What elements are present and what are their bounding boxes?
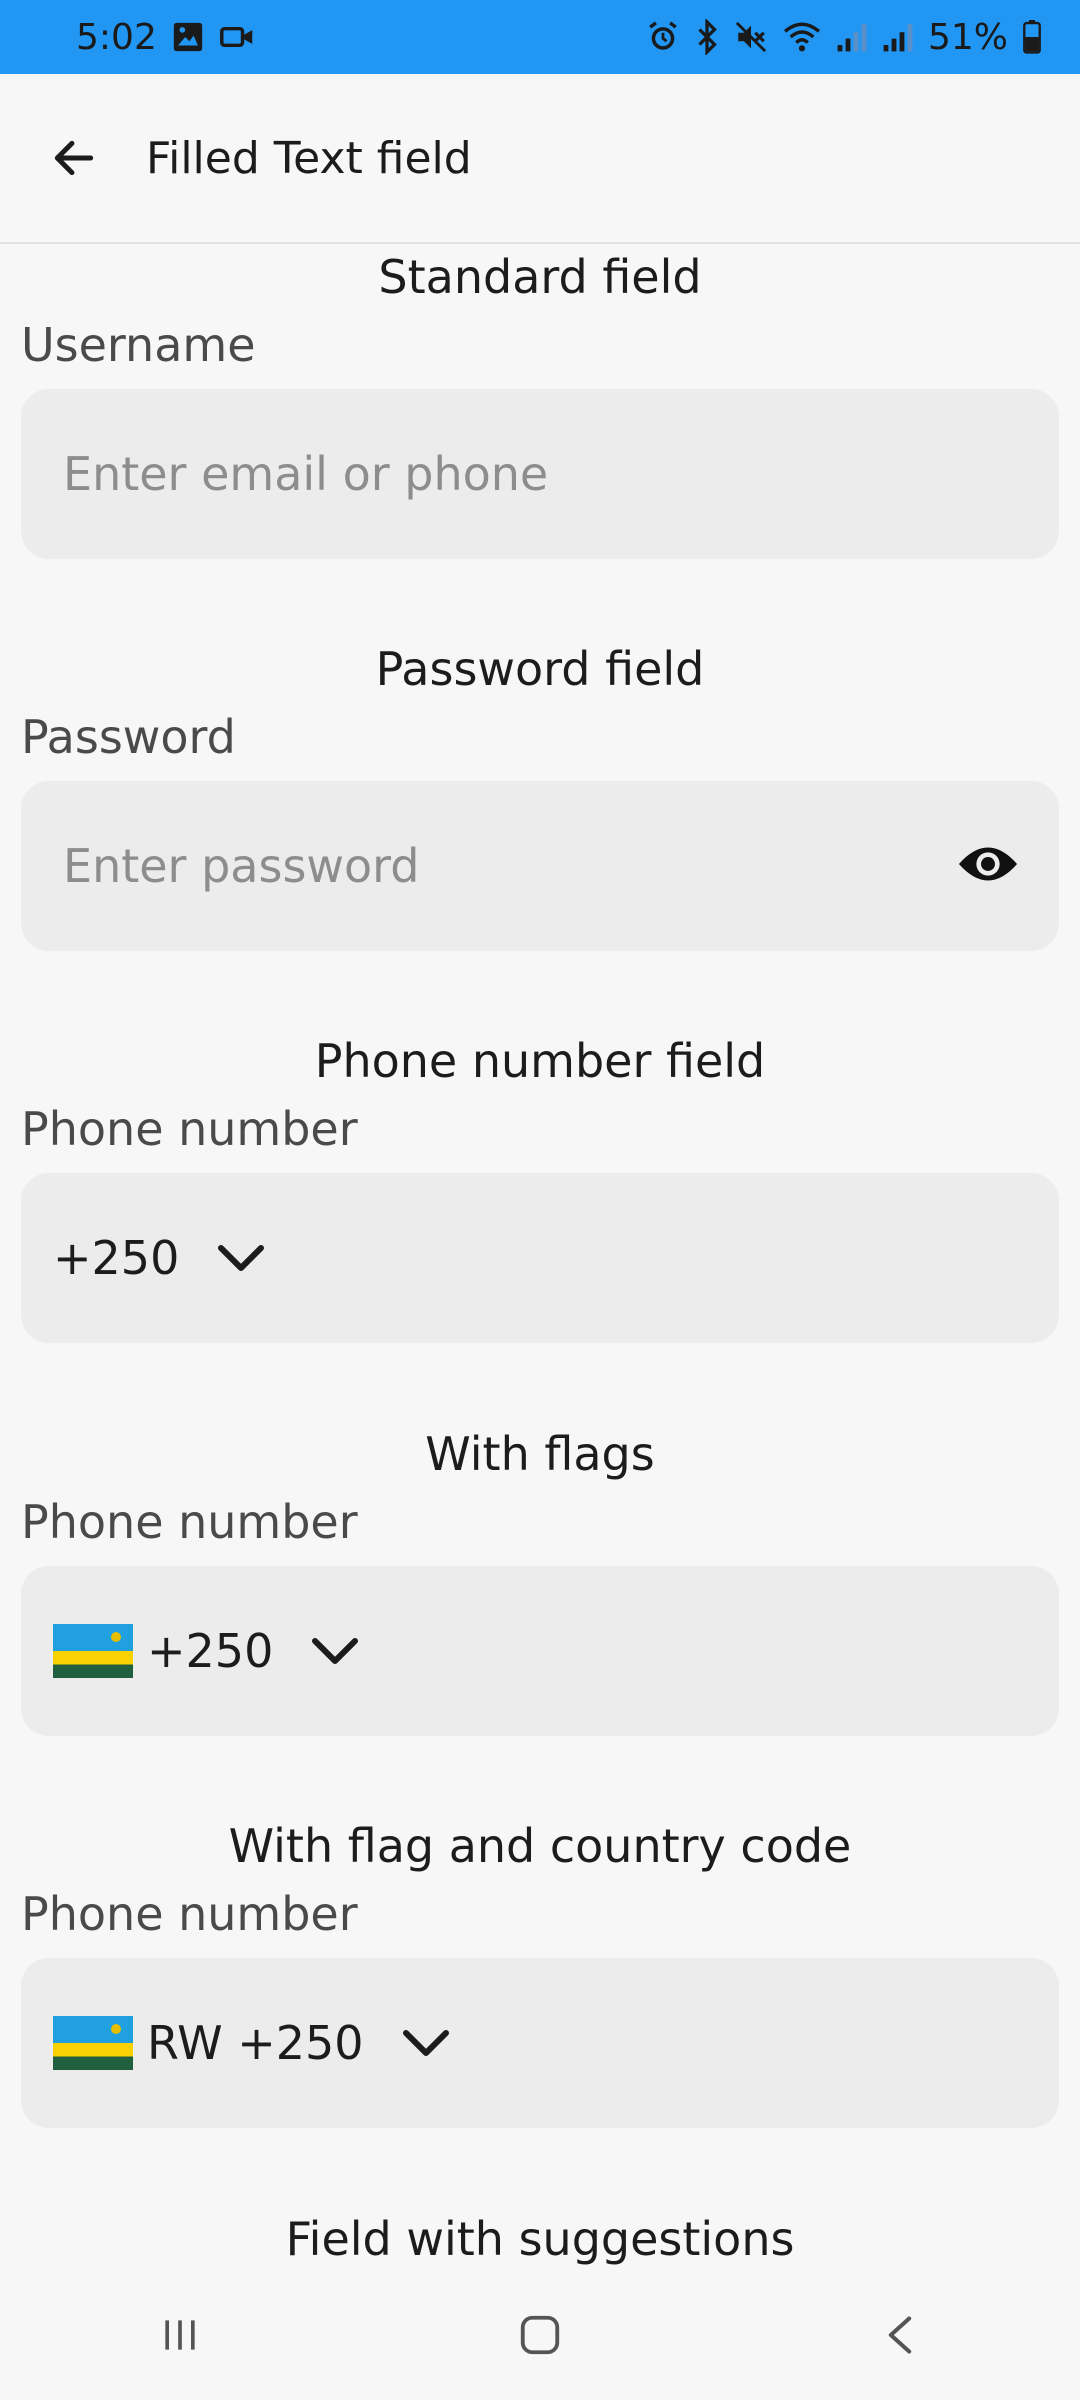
- phone-flag-country-label: Phone number: [21, 1887, 358, 1941]
- back-nav-button[interactable]: [840, 2285, 960, 2385]
- eye-icon: [958, 847, 1018, 881]
- section-title-flag-country: With flag and country code: [228, 1819, 852, 1873]
- phone-flag-country-field[interactable]: RW +250: [21, 1958, 1059, 2128]
- recent-apps-icon: [165, 2320, 195, 2350]
- bluetooth-icon: [694, 19, 720, 55]
- wifi-icon: [782, 20, 822, 54]
- section-title-flags: With flags: [425, 1427, 655, 1481]
- rwanda-flag-icon: [53, 1624, 133, 1678]
- chevron-down-icon: [311, 1636, 359, 1666]
- gallery-icon: [171, 20, 205, 54]
- toggle-visibility-button[interactable]: [957, 842, 1019, 890]
- arrow-left-icon: [54, 140, 94, 176]
- password-field[interactable]: Enter password: [21, 781, 1059, 951]
- country-code-selector[interactable]: RW +250: [53, 2016, 450, 2070]
- phone-label: Phone number: [21, 1102, 358, 1156]
- recent-apps-button[interactable]: [120, 2285, 240, 2385]
- phone-field[interactable]: +250: [21, 1173, 1059, 1343]
- phone-flag-field[interactable]: +250: [21, 1566, 1059, 1736]
- page-title: Filled Text field: [146, 132, 472, 184]
- signal-icon: [882, 21, 914, 53]
- section-title-standard: Standard field: [378, 250, 702, 304]
- back-button[interactable]: [32, 116, 116, 200]
- country-code: +250: [147, 1624, 274, 1678]
- alarm-icon: [646, 20, 680, 54]
- password-placeholder: Enter password: [63, 839, 420, 893]
- navigation-bar: [0, 2270, 1080, 2400]
- status-right: 51%: [646, 17, 1042, 58]
- mute-icon: [734, 20, 768, 54]
- section-title-suggestions: Field with suggestions: [285, 2212, 795, 2266]
- home-icon: [520, 2315, 560, 2355]
- battery-icon: [1022, 20, 1042, 54]
- country-code-selector[interactable]: +250: [53, 1624, 359, 1678]
- chevron-down-icon: [402, 2028, 450, 2058]
- status-left: 5:02: [76, 17, 255, 58]
- rwanda-flag-icon: [53, 2016, 133, 2070]
- chevron-down-icon: [217, 1243, 265, 1273]
- password-label: Password: [21, 710, 236, 764]
- section-title-phone: Phone number field: [314, 1034, 766, 1088]
- video-icon: [219, 22, 255, 52]
- username-placeholder: Enter email or phone: [63, 447, 549, 501]
- username-label: Username: [21, 318, 256, 372]
- section-title-password: Password field: [375, 642, 705, 696]
- status-bar: 5:02 51%: [0, 0, 1080, 74]
- signal-icon: [836, 21, 868, 53]
- username-field[interactable]: Enter email or phone: [21, 389, 1059, 559]
- app-bar: Filled Text field: [0, 74, 1080, 244]
- country-code: RW +250: [147, 2016, 364, 2070]
- status-time: 5:02: [76, 16, 157, 58]
- phone-flag-label: Phone number: [21, 1495, 358, 1549]
- home-button[interactable]: [480, 2285, 600, 2385]
- country-code-selector[interactable]: +250: [53, 1231, 265, 1285]
- chevron-left-icon: [888, 2316, 912, 2354]
- battery-percent: 51%: [927, 16, 1008, 58]
- country-code: +250: [53, 1231, 180, 1285]
